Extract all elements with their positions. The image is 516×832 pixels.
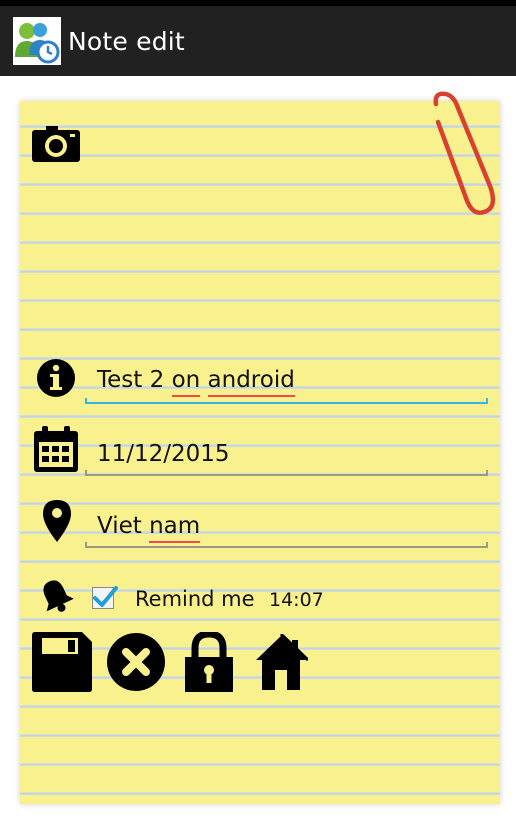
title-input-tick-left [85, 398, 87, 404]
date-input-underline [85, 474, 488, 476]
date-input-tick-left [85, 470, 87, 476]
lock-icon [185, 630, 233, 692]
remind-checkbox[interactable] [92, 586, 118, 609]
save-button[interactable] [32, 632, 92, 696]
checkmark-icon [93, 586, 118, 607]
action-bar: Note edit [0, 6, 516, 76]
location-pin-icon [43, 500, 71, 546]
calendar-icon[interactable] [34, 426, 78, 476]
title-input-tick-right [486, 398, 488, 404]
home-icon [256, 632, 310, 690]
paperclip-decoration [433, 91, 496, 215]
lock-button[interactable] [185, 630, 233, 696]
floppy-disk-icon [32, 632, 92, 692]
title-input-underline [85, 402, 488, 404]
location-input[interactable]: Viet nam [97, 513, 200, 539]
cancel-button[interactable] [106, 632, 166, 696]
date-input[interactable]: 11/12/2015 [97, 441, 230, 467]
location-input-tick-left [85, 542, 87, 548]
home-button[interactable] [254, 632, 310, 694]
remind-label[interactable]: Remind me [135, 587, 255, 611]
camera-icon[interactable] [32, 124, 80, 168]
location-input-underline [85, 546, 488, 548]
app-icon[interactable] [13, 17, 61, 65]
location-input-tick-right [486, 542, 488, 548]
page-title: Note edit [68, 26, 185, 56]
info-icon [36, 358, 76, 402]
remind-time[interactable]: 14:07 [269, 589, 324, 611]
close-circle-icon [107, 633, 165, 691]
date-input-tick-right [486, 470, 488, 476]
title-input[interactable]: Test 2 on android [97, 367, 295, 393]
bell-icon [36, 578, 76, 618]
